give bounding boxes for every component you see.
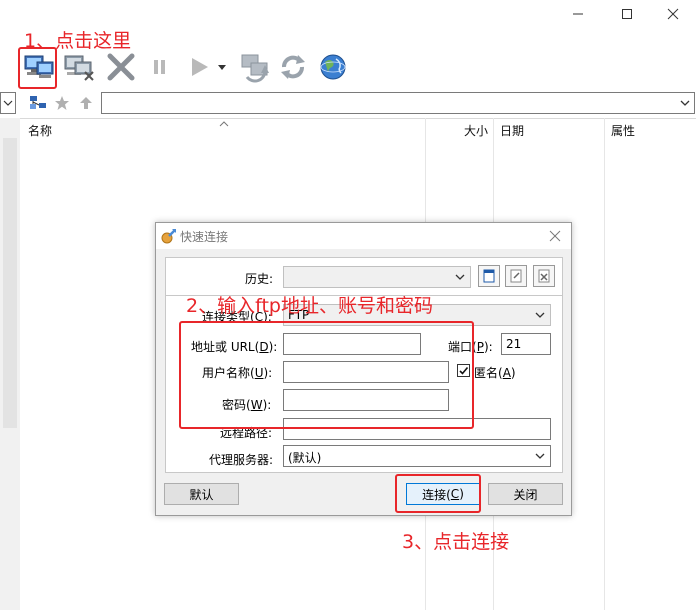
annotation-step3: 3、点击连接 xyxy=(402,531,510,553)
arrow-up-icon xyxy=(80,97,92,109)
play-button[interactable] xyxy=(182,48,216,86)
refresh-button[interactable] xyxy=(276,48,310,86)
play-icon xyxy=(192,58,208,76)
delete-button[interactable] xyxy=(104,48,138,86)
proxy-value: (默认) xyxy=(288,451,322,465)
port-accel: P xyxy=(476,340,484,354)
pause-icon xyxy=(154,60,165,74)
close-dialog-button[interactable]: 关闭 xyxy=(488,483,563,505)
go-up-button[interactable] xyxy=(76,94,96,112)
column-header-name[interactable]: 名称 xyxy=(28,122,52,139)
globe-icon xyxy=(320,54,346,80)
star-icon xyxy=(55,96,69,110)
sitemap-icon xyxy=(30,96,46,109)
anonymous-label-text: 匿名( xyxy=(474,366,503,380)
edit-document-icon xyxy=(510,269,522,283)
pause-button[interactable] xyxy=(143,48,177,86)
history-combo[interactable] xyxy=(283,266,471,288)
maximize-button[interactable] xyxy=(604,0,650,28)
refresh-icon xyxy=(281,55,305,79)
history-edit-button[interactable] xyxy=(505,265,527,287)
annotation-step2: 2、输入ftp地址、账号和密码 xyxy=(186,295,433,317)
chevron-down-icon xyxy=(455,274,465,280)
globe-button[interactable] xyxy=(316,48,350,86)
default-button[interactable]: 默认 xyxy=(164,483,239,505)
dialog-close-button[interactable] xyxy=(545,226,565,246)
delete-icon xyxy=(107,53,135,81)
play-dropdown-button[interactable] xyxy=(213,48,231,86)
anonymous-label[interactable]: 匿名(A) xyxy=(474,364,516,381)
minimize-button[interactable] xyxy=(555,0,601,28)
chevron-down-icon xyxy=(3,100,13,106)
disconnect-icon xyxy=(64,55,94,81)
minimize-icon xyxy=(573,13,583,15)
maximize-icon xyxy=(622,9,632,19)
anonymous-accel: A xyxy=(502,366,511,380)
dropdown-arrow-icon xyxy=(218,65,226,70)
annotation-box-step1 xyxy=(18,47,57,89)
column-header-date[interactable]: 日期 xyxy=(500,122,524,139)
close-icon xyxy=(549,230,561,242)
history-label: 历史: xyxy=(245,272,274,286)
left-path-dropdown[interactable] xyxy=(0,92,16,114)
annotation-box-step3 xyxy=(395,474,481,513)
chevron-down-icon xyxy=(535,312,545,318)
proxy-label: 代理服务器: xyxy=(209,453,274,467)
disconnect-button[interactable] xyxy=(62,48,96,86)
delete-document-icon xyxy=(538,269,550,283)
column-header-size[interactable]: 大小 xyxy=(464,122,488,139)
chevron-down-icon xyxy=(680,100,690,106)
anonymous-label-end: ) xyxy=(510,366,516,380)
port-label-end: ): xyxy=(483,340,493,354)
proxy-combo[interactable]: (默认) xyxy=(283,445,551,467)
reconnect-button[interactable] xyxy=(238,48,272,86)
column-header-attributes[interactable]: 属性 xyxy=(611,122,635,139)
quick-connect-icon xyxy=(161,228,177,244)
reconnect-icon xyxy=(241,54,269,83)
remote-path-combo[interactable] xyxy=(101,92,695,114)
sort-up-icon xyxy=(219,116,229,130)
port-value: 21 xyxy=(506,337,522,351)
close-window-button[interactable] xyxy=(650,0,696,28)
favorite-button[interactable] xyxy=(52,94,72,112)
chevron-down-icon xyxy=(535,453,545,459)
document-icon xyxy=(483,269,495,283)
scrollbar-thumb[interactable] xyxy=(3,138,17,428)
dialog-title: 快速连接 xyxy=(180,230,229,244)
close-icon xyxy=(667,8,679,20)
annotation-box-step2 xyxy=(179,321,474,429)
history-open-button[interactable] xyxy=(478,265,500,287)
port-input[interactable]: 21 xyxy=(501,333,551,355)
sitemap-button[interactable] xyxy=(28,94,48,112)
column-divider xyxy=(604,118,605,610)
history-delete-button[interactable] xyxy=(533,265,555,287)
